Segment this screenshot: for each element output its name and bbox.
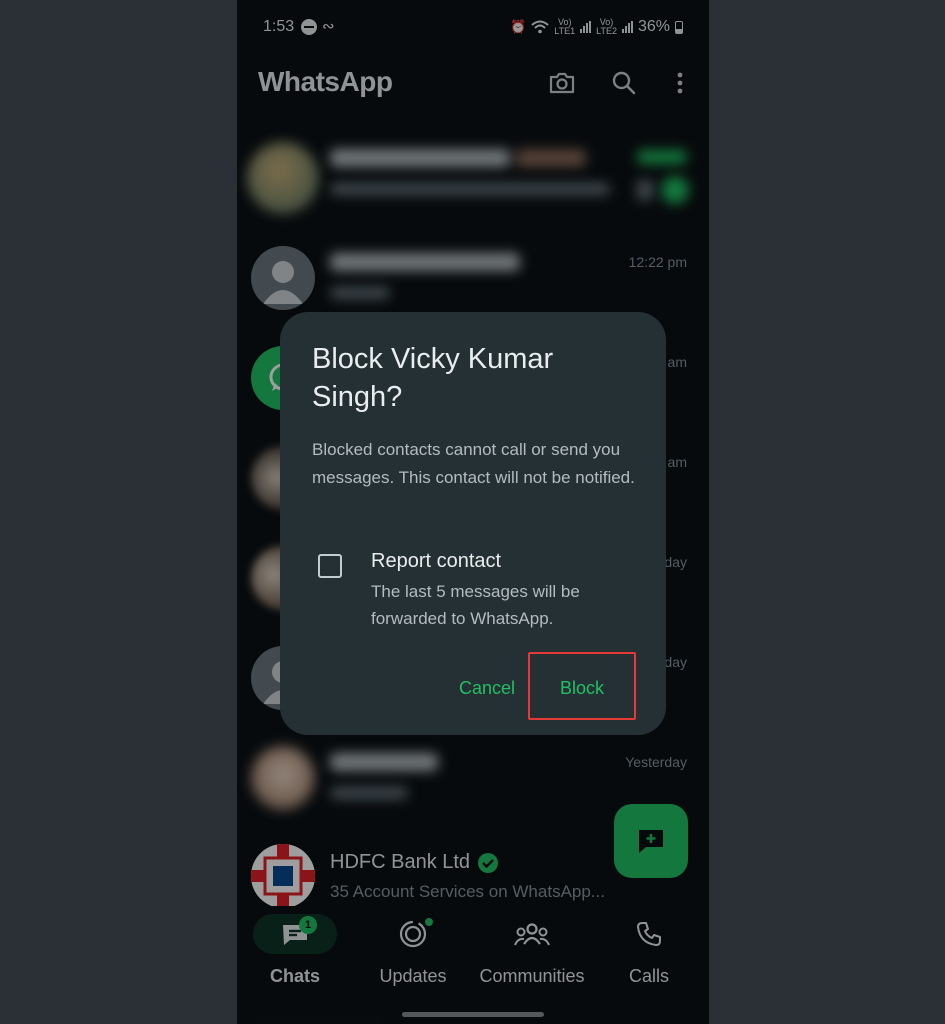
dialog-body: Blocked contacts cannot call or send you… (312, 440, 635, 487)
report-contact-checkbox[interactable] (318, 554, 342, 578)
report-contact-description: The last 5 messages will be forwarded to… (371, 582, 580, 628)
cancel-button[interactable]: Cancel (442, 658, 532, 718)
dialog-title: Block Vicky Kumar Singh? (312, 343, 554, 413)
report-contact-label[interactable]: Report contact (371, 550, 501, 573)
highlight-annotation (528, 652, 636, 720)
phone-screen: 1:53 ∾ ⏰ Vo)LTE1 Vo)LTE2 36% WhatsApp (237, 0, 709, 1024)
